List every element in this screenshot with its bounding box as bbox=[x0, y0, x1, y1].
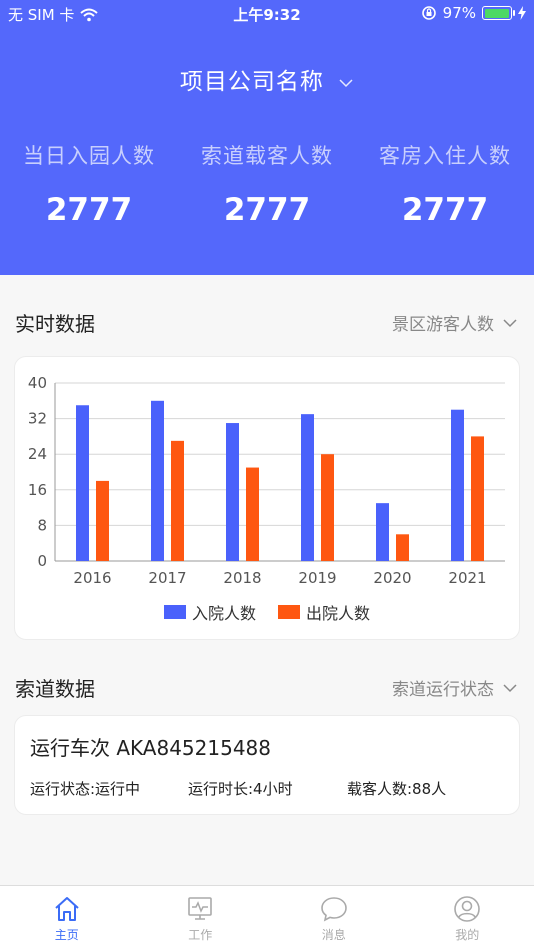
y-tick-label: 32 bbox=[28, 410, 47, 428]
chevron-down-icon bbox=[503, 683, 517, 692]
bar-out bbox=[396, 534, 409, 561]
tab-label: 工作 bbox=[188, 928, 213, 942]
bar-in bbox=[451, 409, 464, 561]
x-tick-label: 2016 bbox=[73, 569, 111, 587]
x-tick-label: 2021 bbox=[448, 569, 486, 587]
bar-out bbox=[471, 436, 484, 561]
bar-in bbox=[76, 405, 89, 561]
ropeway-card[interactable] bbox=[14, 715, 520, 815]
legend-item: 出院人数 bbox=[278, 600, 370, 624]
ropeway-selector[interactable]: 索道运行状态 bbox=[392, 675, 518, 700]
legend-swatch bbox=[163, 605, 186, 619]
tab-home[interactable]: 主页 bbox=[0, 886, 134, 950]
legend-swatch bbox=[278, 605, 300, 619]
tab-bar: 主页 工作 消息 我的 bbox=[0, 885, 534, 950]
x-tick-label: 2018 bbox=[223, 569, 261, 587]
monitor-icon bbox=[188, 897, 213, 920]
y-tick-label: 8 bbox=[37, 516, 47, 534]
y-tick-label: 40 bbox=[28, 374, 47, 392]
ropeway-title: 索道数据 bbox=[15, 677, 95, 701]
y-tick-label: 24 bbox=[28, 445, 47, 463]
bar-out bbox=[246, 467, 259, 561]
ropeway-trip-title: 运行车次 AKA845215488 bbox=[30, 736, 272, 760]
bar-out bbox=[321, 454, 334, 561]
tab-profile[interactable]: 我的 bbox=[401, 886, 534, 950]
tab-work[interactable]: 工作 bbox=[134, 886, 268, 950]
bar-chart: 0 8 16 24 32 40 2016 2017 2018 2019 2020 2021 bbox=[28, 374, 505, 587]
tab-label: 主页 bbox=[54, 928, 79, 942]
chart-legend: 入院人数 出院人数 bbox=[0, 600, 534, 624]
x-tick-label: 2017 bbox=[148, 569, 186, 587]
home-icon bbox=[55, 897, 79, 921]
bar-out bbox=[171, 440, 184, 561]
ropeway-status: 运行状态:运行中 bbox=[30, 780, 141, 798]
legend-label: 入院人数 bbox=[191, 604, 256, 623]
x-tick-label: 2019 bbox=[298, 569, 336, 587]
bar-in bbox=[226, 423, 239, 561]
bar-in bbox=[301, 414, 314, 561]
user-icon bbox=[454, 896, 481, 922]
bar-out bbox=[96, 480, 109, 561]
tab-label: 我的 bbox=[455, 928, 480, 942]
y-tick-label: 0 bbox=[37, 552, 47, 570]
legend-label: 出院人数 bbox=[306, 604, 371, 623]
ropeway-duration: 运行时长:4小时 bbox=[188, 780, 293, 798]
ropeway-selector-label: 索道运行状态 bbox=[392, 680, 494, 700]
bar-in bbox=[151, 400, 164, 561]
x-tick-label: 2020 bbox=[373, 569, 411, 587]
tab-label: 消息 bbox=[321, 928, 346, 942]
tab-messages[interactable]: 消息 bbox=[267, 886, 401, 950]
y-tick-label: 16 bbox=[28, 481, 47, 499]
ropeway-passengers: 载客人数:88人 bbox=[347, 780, 447, 798]
message-icon bbox=[320, 897, 347, 922]
bar-in bbox=[376, 503, 389, 561]
legend-item: 入院人数 bbox=[163, 600, 256, 624]
